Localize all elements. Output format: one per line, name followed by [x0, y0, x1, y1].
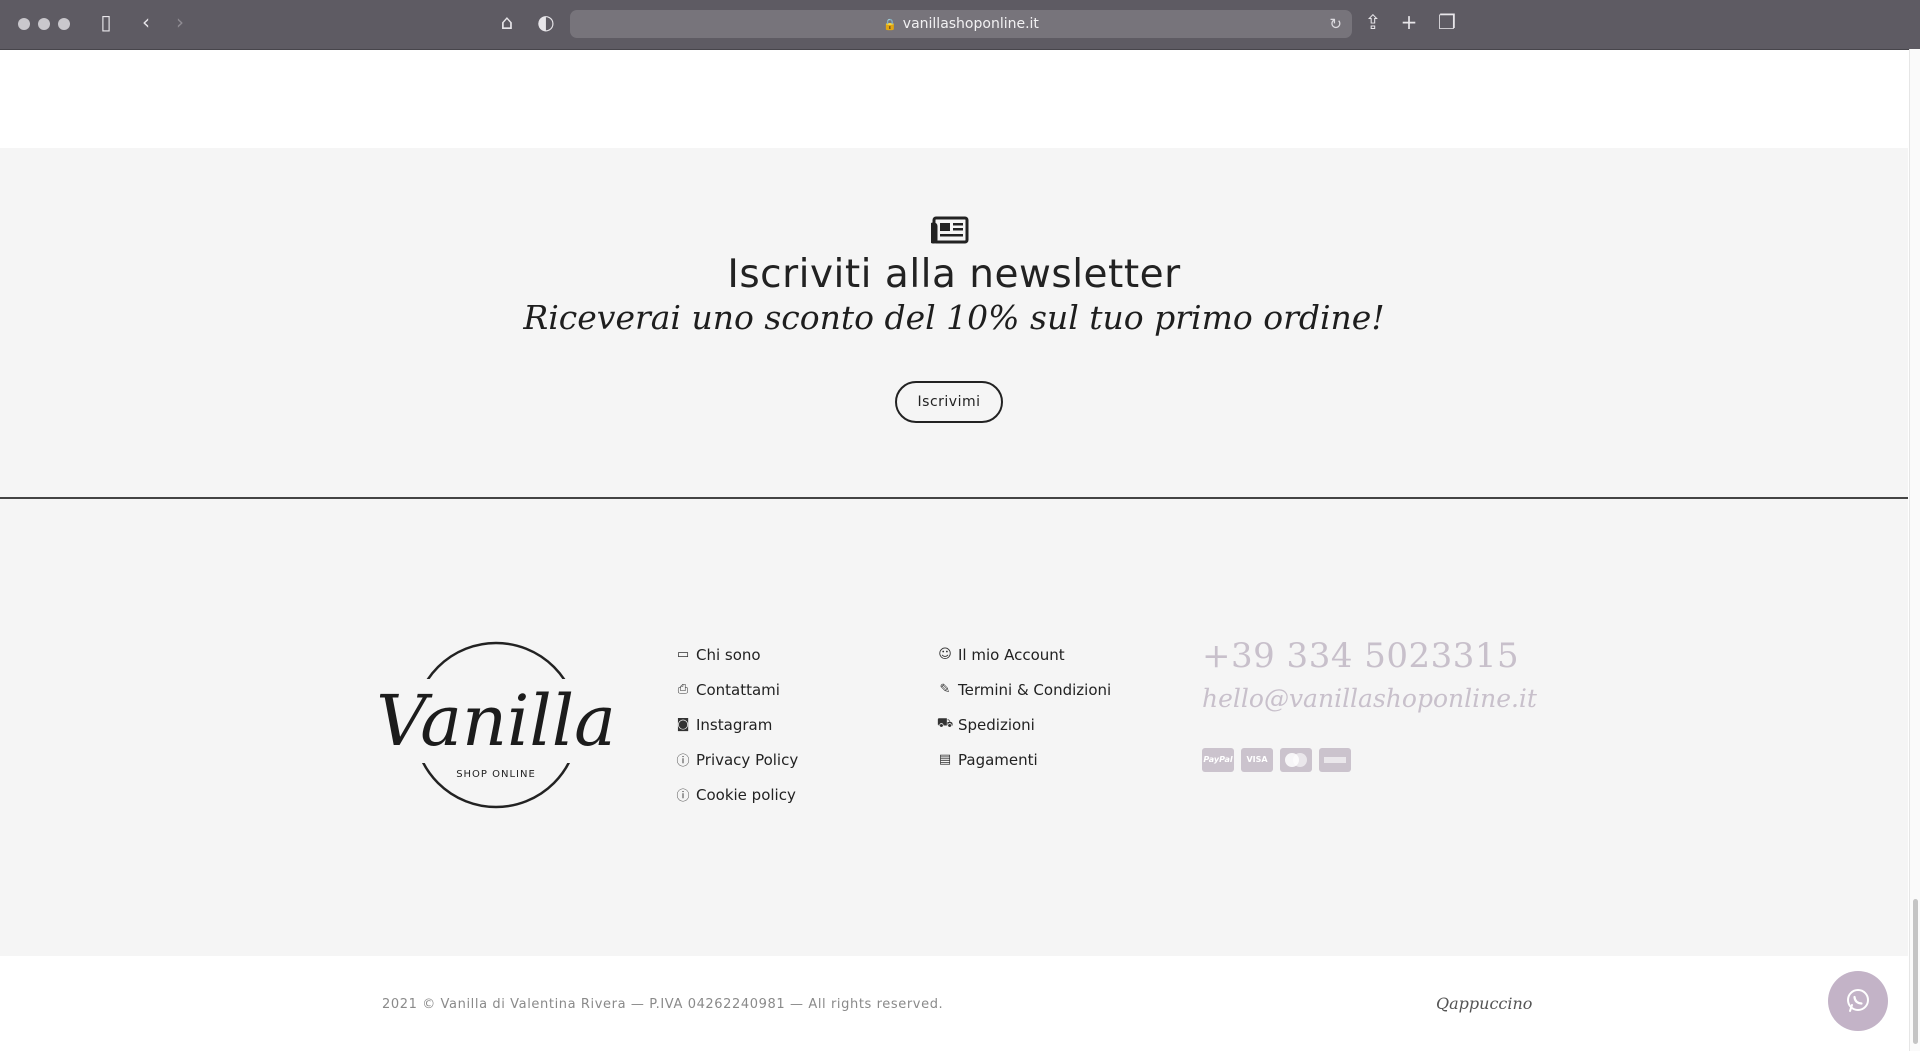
- visa-icon: VISA: [1241, 748, 1273, 772]
- amex-icon: [1319, 748, 1351, 772]
- newsletter-section: Iscriviti alla newsletter Riceverai uno …: [0, 148, 1908, 499]
- footer-link-instagram[interactable]: ◙ Instagram: [674, 707, 798, 742]
- footer-link-shipping[interactable]: ⛟ Spedizioni: [936, 707, 1111, 742]
- close-window-dot[interactable]: [18, 18, 30, 30]
- back-icon[interactable]: ‹: [133, 12, 159, 32]
- store-icon: ▭: [676, 647, 690, 662]
- address-bar[interactable]: 🔒 vanillashoponline.it ↻: [570, 10, 1352, 38]
- footer-link-account[interactable]: ☺ Il mio Account: [936, 637, 1111, 672]
- footer-bottom-bar: 2021 © Vanilla di Valentina Rivera — P.I…: [0, 956, 1908, 1051]
- printer-icon: ⎙: [677, 682, 689, 697]
- sidebar-icon[interactable]: ▯: [93, 12, 119, 32]
- truck-icon: ⛟: [936, 716, 954, 731]
- footer-link-payments[interactable]: ▤ Pagamenti: [936, 742, 1111, 777]
- forward-icon[interactable]: ›: [167, 12, 193, 32]
- logo-brand: Vanilla: [380, 680, 612, 762]
- lock-icon: 🔒: [883, 18, 897, 31]
- subscribe-button[interactable]: Iscrivimi: [895, 381, 1003, 423]
- footer-link-terms[interactable]: ✎ Termini & Condizioni: [936, 672, 1112, 707]
- footer-links-account: ☺ Il mio Account ✎ Termini & Condizioni …: [936, 637, 1111, 777]
- info-icon: ⓘ: [676, 789, 690, 804]
- newspaper-icon: [931, 216, 969, 244]
- footer-link-chi-sono[interactable]: ▭ Chi sono: [674, 637, 798, 672]
- contact-email[interactable]: hello@vanillashoponline.it: [1202, 684, 1537, 713]
- logo-tagline: SHOP ONLINE: [456, 769, 536, 780]
- edit-icon: ✎: [939, 682, 951, 697]
- footer-link-cookie-policy[interactable]: ⓘ Cookie policy: [674, 777, 798, 812]
- privacy-shield-icon[interactable]: ◐: [533, 12, 559, 32]
- minimize-window-dot[interactable]: [38, 18, 50, 30]
- scrollbar-thumb[interactable]: [1913, 899, 1918, 1044]
- cash-register-icon: ▤: [938, 752, 952, 767]
- newsletter-subtitle: Riceverai uno sconto del 10% sul tuo pri…: [523, 298, 1385, 337]
- credit-link[interactable]: Qappuccino: [1436, 994, 1532, 1013]
- paypal-icon: PayPal: [1202, 748, 1234, 772]
- tab-overview-icon[interactable]: ❐: [1434, 12, 1460, 32]
- camera-icon: ◙: [676, 717, 690, 732]
- contact-phone[interactable]: +39 334 5023315: [1202, 636, 1519, 676]
- reload-icon[interactable]: ↻: [1329, 10, 1342, 38]
- whatsapp-chat-button[interactable]: [1828, 971, 1888, 1031]
- url-text: vanillashoponline.it: [902, 16, 1039, 32]
- footer-links-info: ▭ Chi sono ⎙ Contattami ◙ Instagram ⓘ Pr…: [674, 637, 798, 812]
- footer: Vanilla SHOP ONLINE ▭ Chi sono ⎙ Contatt…: [0, 499, 1908, 956]
- maximize-window-dot[interactable]: [58, 18, 70, 30]
- whatsapp-icon: [1847, 989, 1869, 1012]
- home-icon[interactable]: ⌂: [494, 12, 520, 32]
- page-scrollbar[interactable]: [1909, 49, 1920, 1051]
- browser-toolbar: ▯ ‹ › ⌂ ◐ 🔒 vanillashoponline.it ↻ ⇪ + ❐: [0, 0, 1920, 50]
- vanilla-logo[interactable]: Vanilla SHOP ONLINE: [380, 639, 612, 811]
- copyright-text: 2021 © Vanilla di Valentina Rivera — P.I…: [382, 997, 944, 1012]
- info-icon: ⓘ: [676, 754, 690, 769]
- share-icon[interactable]: ⇪: [1360, 12, 1386, 32]
- newsletter-title: Iscriviti alla newsletter: [727, 252, 1181, 297]
- mastercard-icon: [1280, 748, 1312, 772]
- footer-link-privacy-policy[interactable]: ⓘ Privacy Policy: [674, 742, 798, 777]
- user-icon: ☺: [938, 647, 952, 662]
- new-tab-icon[interactable]: +: [1396, 12, 1422, 32]
- footer-link-contattami[interactable]: ⎙ Contattami: [674, 672, 798, 707]
